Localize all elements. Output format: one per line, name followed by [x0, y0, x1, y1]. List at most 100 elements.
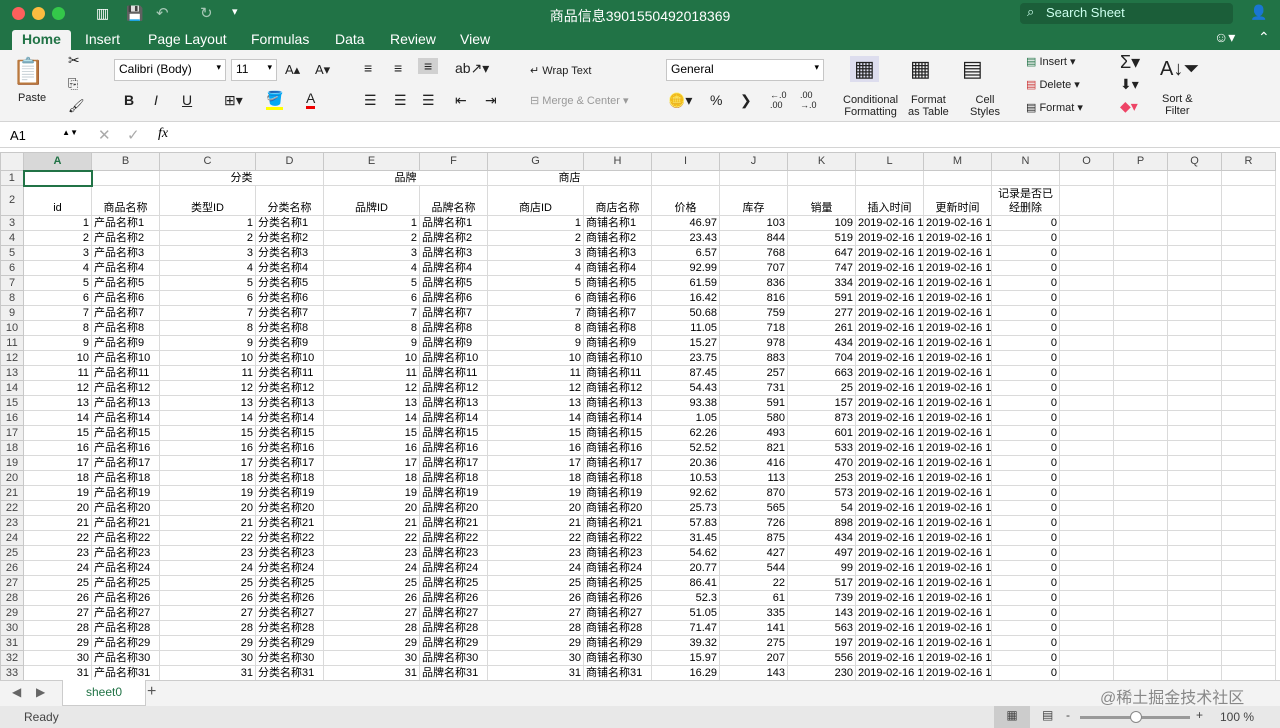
cell-J[interactable]: 870 — [719, 485, 788, 501]
row-header[interactable]: 10 — [0, 320, 24, 336]
row-header[interactable]: 21 — [0, 485, 24, 501]
cell-R[interactable] — [1221, 410, 1276, 426]
cell-D[interactable]: 分类名称12 — [255, 380, 324, 396]
cell-C[interactable]: 15 — [159, 425, 256, 441]
cell-I[interactable]: 11.05 — [651, 320, 720, 336]
row-header[interactable]: 23 — [0, 515, 24, 531]
cell-Q[interactable] — [1167, 410, 1222, 426]
header-cell-J[interactable]: 库存 — [719, 185, 788, 216]
cell-M[interactable]: 2019-02-16 16 — [923, 485, 992, 501]
cell-J[interactable]: 335 — [719, 605, 788, 621]
format-painter-icon[interactable]: 🖌 — [68, 98, 85, 114]
cell-Q[interactable] — [1167, 395, 1222, 411]
cell-R[interactable] — [1221, 425, 1276, 441]
cell-I[interactable]: 50.68 — [651, 305, 720, 321]
cell-F[interactable]: 品牌名称11 — [419, 365, 488, 381]
cell-J[interactable]: 759 — [719, 305, 788, 321]
cell-I[interactable]: 15.97 — [651, 650, 720, 666]
cell-O[interactable] — [1059, 260, 1114, 276]
cell-F[interactable]: 品牌名称30 — [419, 650, 488, 666]
cell-N[interactable]: 0 — [991, 320, 1060, 336]
cell-E[interactable]: 3 — [323, 245, 420, 261]
cell-L[interactable]: 2019-02-16 16 — [855, 575, 924, 591]
cell-C[interactable]: 30 — [159, 650, 256, 666]
column-header-C[interactable]: C — [159, 152, 256, 171]
cell-E[interactable]: 1 — [323, 215, 420, 231]
cell-R[interactable] — [1221, 455, 1276, 471]
row-header[interactable]: 32 — [0, 650, 24, 666]
conditional-formatting-icon[interactable]: ▦ — [850, 56, 879, 82]
cell-Q[interactable] — [1167, 560, 1222, 576]
cell-H[interactable]: 商铺名称12 — [583, 380, 652, 396]
column-header-A[interactable]: A — [23, 152, 92, 172]
cell-E[interactable]: 11 — [323, 365, 420, 381]
cell-L[interactable]: 2019-02-16 16 — [855, 500, 924, 516]
cell-F[interactable]: 品牌名称6 — [419, 290, 488, 306]
cell-B[interactable]: 产品名称1 — [91, 215, 160, 231]
row-header[interactable]: 16 — [0, 410, 24, 426]
cell-A[interactable]: 16 — [23, 440, 92, 456]
cell-O[interactable] — [1059, 545, 1114, 561]
cell-O[interactable] — [1059, 305, 1114, 321]
cell-H[interactable]: 商铺名称1 — [583, 215, 652, 231]
cell-F[interactable]: 品牌名称15 — [419, 425, 488, 441]
cell-O[interactable] — [1059, 290, 1114, 306]
cell-styles-button[interactable]: Cell Styles — [970, 94, 1000, 118]
cell-J[interactable]: 580 — [719, 410, 788, 426]
cell-N[interactable]: 0 — [991, 455, 1060, 471]
column-header-I[interactable]: I — [651, 152, 720, 171]
cell-F[interactable]: 品牌名称24 — [419, 560, 488, 576]
cell-H[interactable]: 商铺名称11 — [583, 365, 652, 381]
cell-O[interactable] — [1059, 380, 1114, 396]
cell-J[interactable]: 816 — [719, 290, 788, 306]
next-sheet-icon[interactable]: ▶ — [36, 685, 45, 699]
row-header[interactable]: 18 — [0, 440, 24, 456]
cell-F[interactable]: 品牌名称23 — [419, 545, 488, 561]
cell-O[interactable] — [1059, 635, 1114, 651]
cell-P[interactable] — [1113, 545, 1168, 561]
cell-M[interactable]: 2019-02-16 16 — [923, 230, 992, 246]
cell-N[interactable]: 0 — [991, 335, 1060, 351]
cell-H[interactable]: 商铺名称24 — [583, 560, 652, 576]
cell-O[interactable] — [1059, 665, 1114, 680]
cell-G[interactable]: 28 — [487, 620, 584, 636]
cell-L[interactable]: 2019-02-16 16 — [855, 515, 924, 531]
cell-P[interactable] — [1113, 350, 1168, 366]
cell-B[interactable]: 产品名称29 — [91, 635, 160, 651]
cell-E[interactable]: 10 — [323, 350, 420, 366]
cell-F[interactable]: 品牌名称19 — [419, 485, 488, 501]
cell-N[interactable]: 0 — [991, 500, 1060, 516]
cell-H[interactable]: 商铺名称29 — [583, 635, 652, 651]
cell-G[interactable]: 9 — [487, 335, 584, 351]
cell-F[interactable]: 品牌名称17 — [419, 455, 488, 471]
cell-K[interactable]: 277 — [787, 305, 856, 321]
cell-P[interactable] — [1113, 650, 1168, 666]
cell-P[interactable] — [1113, 305, 1168, 321]
cell-F[interactable]: 品牌名称31 — [419, 665, 488, 680]
cell-F[interactable]: 品牌名称3 — [419, 245, 488, 261]
cell-F[interactable]: 品牌名称25 — [419, 575, 488, 591]
cell-O[interactable] — [1059, 350, 1114, 366]
cell-F[interactable]: 品牌名称5 — [419, 275, 488, 291]
cell-H[interactable]: 商铺名称14 — [583, 410, 652, 426]
cell-O[interactable] — [1059, 230, 1114, 246]
cell-O[interactable] — [1059, 500, 1114, 516]
cell-C[interactable]: 24 — [159, 560, 256, 576]
cell-P[interactable] — [1113, 320, 1168, 336]
cell-M[interactable]: 2019-02-16 16 — [923, 290, 992, 306]
cell-I[interactable]: 54.62 — [651, 545, 720, 561]
cell-I[interactable]: 52.3 — [651, 590, 720, 606]
cell-P[interactable] — [1113, 335, 1168, 351]
cell-H[interactable]: 商铺名称31 — [583, 665, 652, 680]
row-header[interactable]: 26 — [0, 560, 24, 576]
cell-Q[interactable] — [1167, 350, 1222, 366]
cell-C[interactable]: 31 — [159, 665, 256, 680]
cell-J[interactable]: 731 — [719, 380, 788, 396]
cell-E[interactable]: 17 — [323, 455, 420, 471]
header-cell-B[interactable]: 商品名称 — [91, 185, 160, 216]
cell-K[interactable]: 197 — [787, 635, 856, 651]
cell-N[interactable]: 0 — [991, 590, 1060, 606]
cell-G[interactable]: 26 — [487, 590, 584, 606]
cell-H[interactable]: 商铺名称22 — [583, 530, 652, 546]
column-header-H[interactable]: H — [583, 152, 652, 171]
